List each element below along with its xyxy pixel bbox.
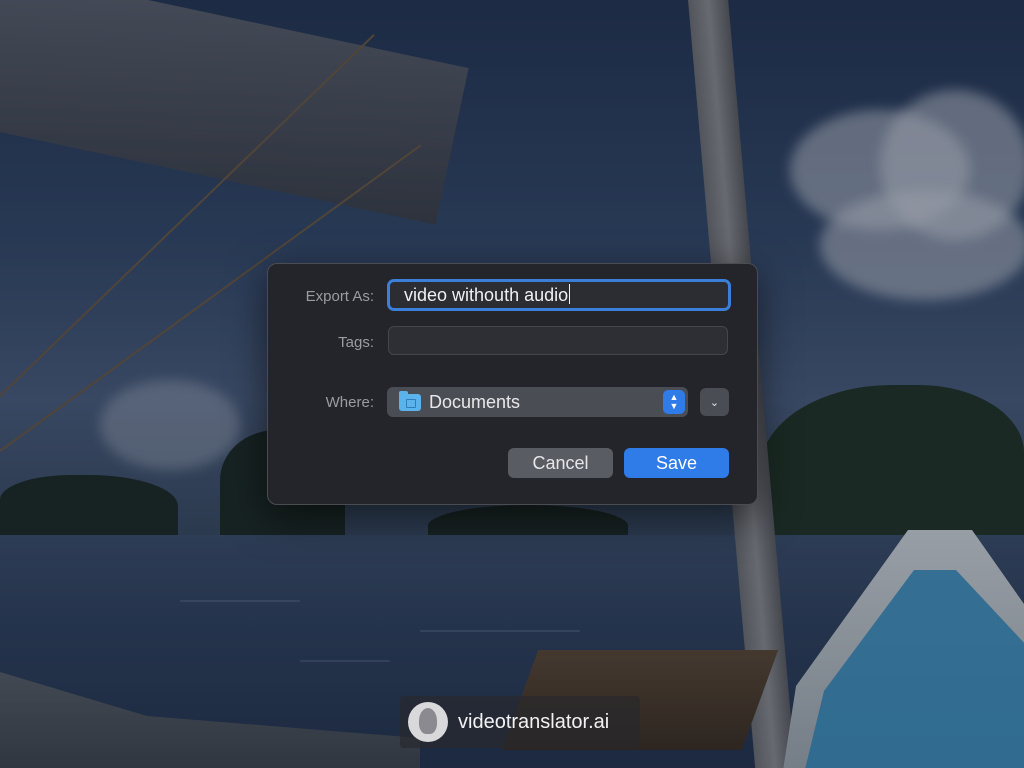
- folder-icon: [399, 390, 421, 411]
- where-location-select[interactable]: Documents ▲ ▼: [387, 387, 688, 417]
- watermark-badge: videotranslator.ai: [400, 696, 640, 748]
- chevron-down-icon: ⌄: [709, 396, 720, 409]
- text-caret: [569, 284, 571, 304]
- where-value: Documents: [429, 391, 521, 412]
- expand-dialog-button[interactable]: ⌄: [700, 388, 729, 416]
- export-filename-input[interactable]: video withouth audio: [387, 279, 731, 311]
- select-stepper-icon: ▲ ▼: [663, 390, 685, 414]
- export-as-label: Export As:: [305, 288, 374, 305]
- filename-text: video withouth audio: [404, 285, 569, 305]
- save-button[interactable]: Save: [624, 448, 729, 478]
- where-label: Where:: [325, 394, 374, 411]
- export-dialog: Export As: video withouth audio Tags: Wh…: [267, 263, 758, 505]
- watermark-logo-icon: [408, 702, 448, 742]
- watermark-text: videotranslator.ai: [458, 710, 610, 733]
- video-background: Export As: video withouth audio Tags: Wh…: [0, 0, 1024, 768]
- cancel-button[interactable]: Cancel: [508, 448, 613, 478]
- tags-input[interactable]: [388, 326, 728, 355]
- tags-label: Tags:: [338, 334, 374, 351]
